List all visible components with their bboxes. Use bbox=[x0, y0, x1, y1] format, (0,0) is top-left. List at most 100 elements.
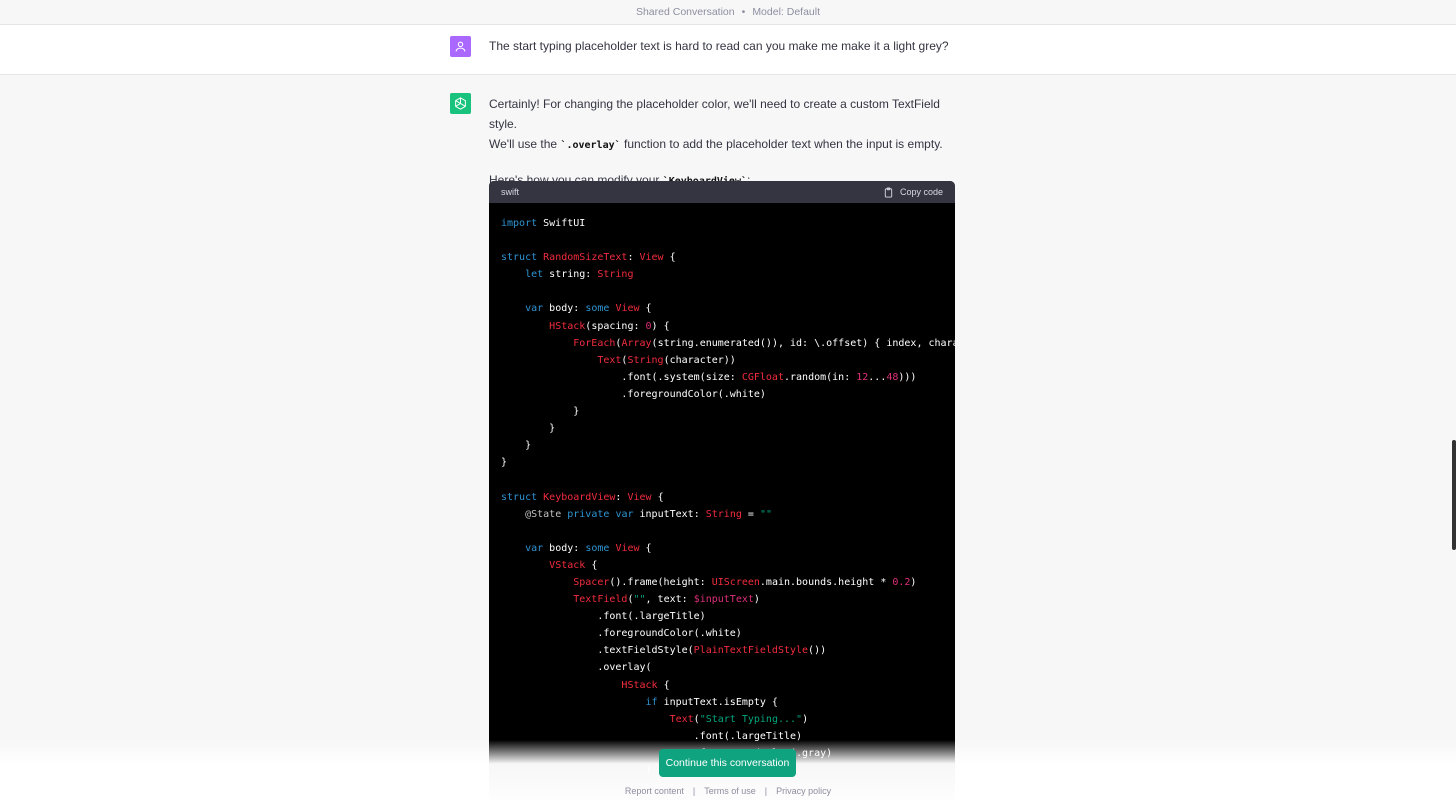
code-token: "" bbox=[633, 594, 646, 606]
privacy-policy-link[interactable]: Privacy policy bbox=[776, 786, 831, 796]
code-line: var body: some View { bbox=[501, 540, 955, 557]
code-token: ForEach bbox=[573, 337, 616, 349]
footer-separator: | bbox=[764, 786, 768, 796]
code-line: .foregroundColor(.white) bbox=[501, 625, 955, 642]
copy-code-button[interactable]: Copy code bbox=[883, 186, 943, 198]
report-content-link[interactable]: Report content bbox=[625, 786, 684, 796]
code-line: } bbox=[501, 403, 955, 420]
code-token: View bbox=[639, 252, 664, 264]
code-line: HStack(spacing: 0) { bbox=[501, 318, 955, 335]
code-token: { bbox=[639, 303, 652, 315]
code-line: Text(String(character)) bbox=[501, 352, 955, 369]
code-language: swift bbox=[501, 187, 519, 197]
code-token: "" bbox=[759, 508, 772, 520]
code-token: .main.bounds.height * bbox=[759, 576, 893, 588]
code-token: { bbox=[639, 542, 652, 554]
code-token: 12 bbox=[856, 371, 869, 383]
assistant-paragraph-1: Certainly! For changing the placeholder … bbox=[489, 94, 959, 156]
footer: Report content | Terms of use | Privacy … bbox=[0, 784, 1456, 798]
code-token: String bbox=[627, 354, 664, 366]
code-token: .foregroundColor(.white) bbox=[501, 628, 742, 640]
footer-separator: | bbox=[692, 786, 696, 796]
clipboard-icon bbox=[884, 186, 893, 198]
continue-conversation-button[interactable]: Continue this conversation bbox=[659, 749, 796, 777]
page-title: Shared Conversation bbox=[635, 6, 735, 18]
code-token: } bbox=[501, 423, 556, 435]
code-token: string: bbox=[543, 269, 598, 281]
code-token: struct bbox=[501, 252, 538, 264]
code-line: .textFieldStyle(PlainTextFieldStyle()) bbox=[501, 642, 955, 659]
code-content: import SwiftUI struct RandomSizeText: Vie… bbox=[489, 203, 955, 779]
code-token: 48 bbox=[886, 371, 899, 383]
code-token: body: bbox=[543, 303, 586, 315]
inline-code-overlay: `.overlay` bbox=[560, 140, 621, 151]
assistant-text-line-1: Certainly! For changing the placeholder … bbox=[489, 97, 940, 131]
code-line: .overlay( bbox=[501, 659, 955, 676]
code-token: UIScreen bbox=[711, 576, 760, 588]
code-token: inputText: bbox=[633, 508, 706, 520]
code-token: @State bbox=[525, 508, 562, 520]
code-token: TextField bbox=[573, 594, 628, 606]
code-token: SwiftUI bbox=[537, 218, 586, 229]
code-token: } bbox=[501, 440, 532, 452]
code-token: some bbox=[585, 542, 610, 554]
code-token: { bbox=[663, 252, 676, 264]
assistant-text: We'll use the bbox=[489, 137, 561, 151]
code-token: PlainTextFieldStyle bbox=[693, 645, 809, 657]
code-token: CGFloat bbox=[741, 371, 784, 383]
code-line: .foregroundColor(.white) bbox=[501, 386, 955, 403]
code-line: HStack { bbox=[501, 677, 955, 694]
openai-logo-icon bbox=[455, 97, 466, 110]
code-line: if inputText.isEmpty { bbox=[501, 694, 955, 711]
model-label: Model: Default bbox=[752, 6, 821, 18]
code-line: .font(.system(size: CGFloat.random(in: 1… bbox=[501, 369, 955, 386]
code-token: KeyboardView bbox=[543, 491, 616, 503]
scrollbar[interactable] bbox=[1452, 440, 1456, 550]
code-token: 0.2 bbox=[892, 576, 911, 588]
assistant-avatar bbox=[450, 93, 471, 114]
code-line: Spacer().frame(height: UIScreen.main.bou… bbox=[501, 574, 955, 591]
code-token: some bbox=[585, 303, 610, 315]
code-token: ) bbox=[753, 594, 760, 606]
code-token: } bbox=[501, 457, 508, 469]
code-token: ))) bbox=[898, 371, 917, 383]
code-token: var bbox=[525, 303, 544, 315]
code-token: import bbox=[501, 218, 538, 229]
code-line: } bbox=[501, 437, 955, 454]
code-token: struct bbox=[501, 491, 538, 503]
code-token: String bbox=[705, 508, 742, 520]
code-token: = bbox=[741, 508, 760, 520]
code-line: struct RandomSizeText: View { bbox=[501, 249, 955, 266]
code-token: var bbox=[525, 542, 544, 554]
code-token: HStack bbox=[549, 320, 586, 332]
code-block: swift Copy code import SwiftUI struct Ran… bbox=[489, 181, 955, 801]
terms-of-use-link[interactable]: Terms of use bbox=[704, 786, 756, 796]
code-token: ... bbox=[868, 371, 887, 383]
code-token: Text bbox=[597, 354, 622, 366]
code-token: body: bbox=[543, 542, 586, 554]
code-token: .font(.system(size: bbox=[501, 371, 742, 383]
code-token: View bbox=[615, 542, 640, 554]
code-token: .font(.largeTitle) bbox=[501, 611, 706, 623]
code-token: ()) bbox=[808, 645, 827, 657]
code-token: .random(in: bbox=[783, 371, 857, 383]
code-token: { bbox=[585, 559, 598, 571]
code-line: } bbox=[501, 420, 955, 437]
code-token: HStack bbox=[621, 679, 658, 691]
code-line: @State private var inputText: String = "… bbox=[501, 506, 955, 523]
code-token: View bbox=[615, 303, 640, 315]
code-token: VStack bbox=[549, 559, 586, 571]
user-message-row: The start typing placeholder text is har… bbox=[0, 25, 1456, 75]
